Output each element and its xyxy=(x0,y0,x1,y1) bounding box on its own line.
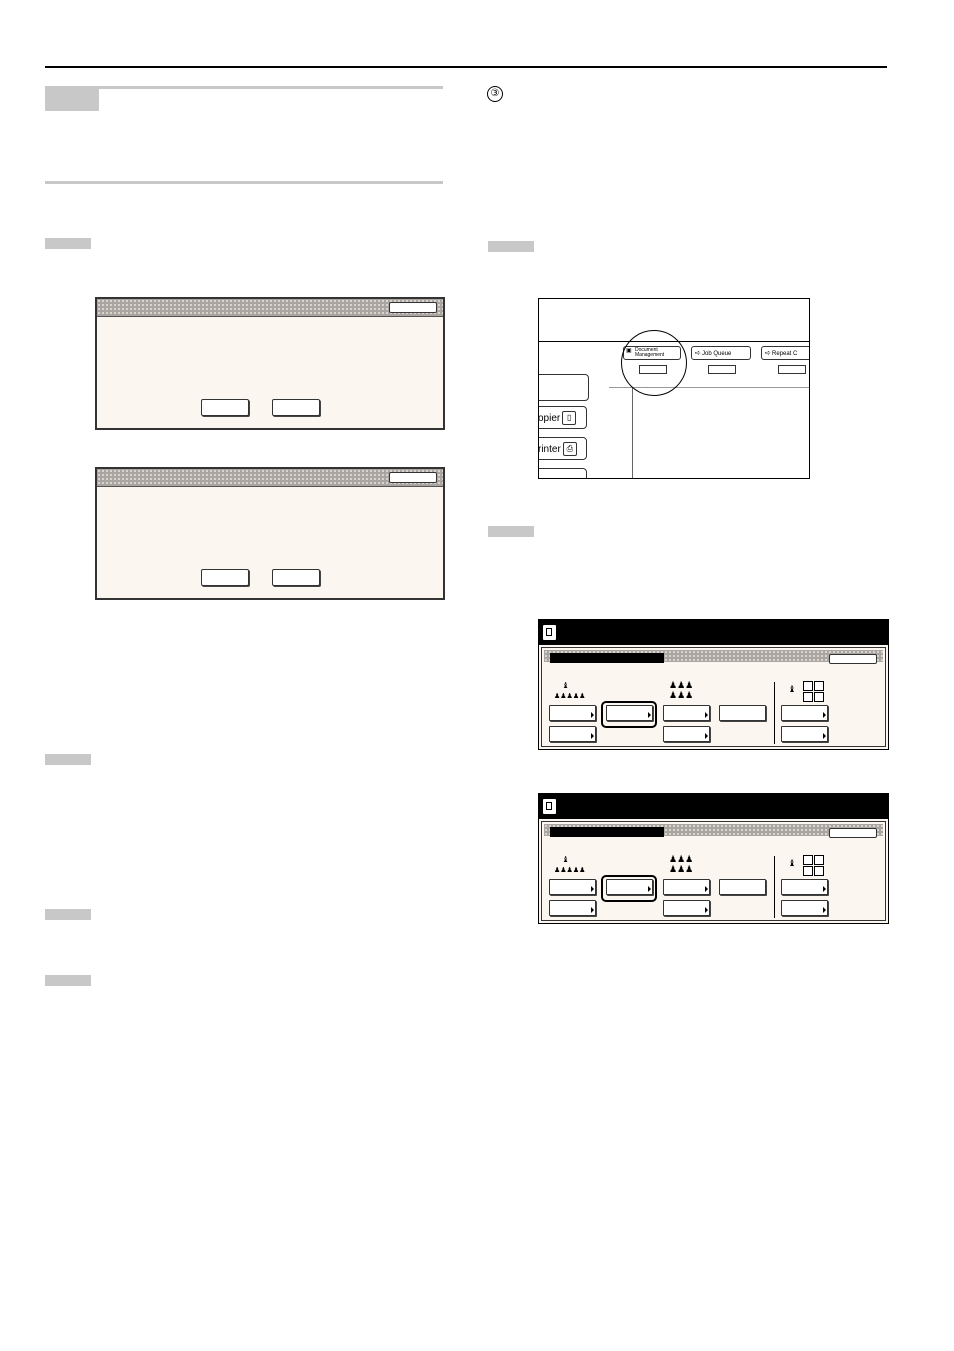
screen-frame: ♝ ♟♟♟♟♟ ♟♟♟ ♟♟♟ ♝ xyxy=(541,821,886,921)
mode-key-blank[interactable] xyxy=(539,374,589,401)
form-icon-c xyxy=(803,692,813,702)
header-rule xyxy=(45,66,887,68)
synergy-print-box-button-3[interactable] xyxy=(719,879,766,895)
document-management-screen-2: ♝ ♟♟♟♟♟ ♟♟♟ ♟♟♟ ♝ xyxy=(538,793,889,924)
screen-title-label xyxy=(550,653,664,663)
copier-mode-key[interactable]: opier ▯ xyxy=(538,406,587,429)
form-icon-d xyxy=(814,692,824,702)
dialog-no-button[interactable] xyxy=(272,569,320,586)
copier-mode-icon xyxy=(543,799,556,814)
note-top-border xyxy=(45,86,443,89)
synergy-print-box-icon: ♟♟♟ xyxy=(669,854,694,864)
screen-close-button[interactable] xyxy=(829,828,877,838)
synergy-print-box-icon-2: ♟♟♟ xyxy=(669,690,694,700)
form-box-button-2[interactable] xyxy=(781,900,828,916)
shared-data-box-button[interactable] xyxy=(549,879,596,895)
form-icon-b xyxy=(814,855,824,865)
job-queue-key[interactable]: ➪ Job Queue xyxy=(691,346,751,374)
screen-header xyxy=(539,620,888,645)
printer-mode-key[interactable]: rinter ⎙ xyxy=(538,437,587,460)
step-tab-6 xyxy=(488,526,534,537)
confirm-dialog-2 xyxy=(95,467,445,600)
repeat-copy-led xyxy=(778,365,806,374)
dialog-no-button[interactable] xyxy=(272,399,320,416)
group-separator xyxy=(774,682,775,744)
screen-titlebar xyxy=(544,650,883,664)
step-tab-5 xyxy=(488,241,534,252)
users-icon: ♟♟♟♟♟ xyxy=(554,867,586,874)
selected-button[interactable] xyxy=(606,705,653,721)
screen-left-edge xyxy=(632,387,633,478)
selected-button[interactable] xyxy=(606,879,653,895)
screen-frame: ♝ ♟♟♟♟♟ ♟♟♟ ♟♟♟ ♝ xyxy=(541,647,886,747)
users-icon: ♟♟♟♟♟ xyxy=(554,693,586,700)
job-queue-key-label: Job Queue xyxy=(702,351,732,357)
confirm-dialog-1 xyxy=(95,297,445,430)
synergy-print-box-icon-2: ♟♟♟ xyxy=(669,864,694,874)
synergy-print-box-button[interactable] xyxy=(663,705,710,721)
synergy-print-box-button-3[interactable] xyxy=(719,705,766,721)
step-tab-1 xyxy=(45,238,91,249)
dialog-close-button[interactable] xyxy=(389,302,437,313)
step-tab-2 xyxy=(45,754,91,765)
copier-mode-icon xyxy=(543,625,556,640)
shared-data-box-button-2[interactable] xyxy=(549,726,596,742)
shared-data-box-icon: ♝ xyxy=(562,681,570,690)
form-icon-a xyxy=(803,855,813,865)
form-icon-d xyxy=(814,866,824,876)
dialog-titlebar xyxy=(97,469,443,487)
copier-mode-label: opier xyxy=(538,413,561,424)
operation-panel-illustration: ▣ Document Management ➪ Job Queue ➪ Repe… xyxy=(538,298,810,479)
arrow-icon: ➪ xyxy=(695,350,701,357)
note-label-tab xyxy=(45,89,99,111)
printer-icon: ⎙ xyxy=(562,442,577,457)
screen-close-button[interactable] xyxy=(829,654,877,664)
form-icon-a xyxy=(803,681,813,691)
synergy-print-box-button[interactable] xyxy=(663,879,710,895)
form-icon-b xyxy=(814,681,824,691)
form-box-button-2[interactable] xyxy=(781,726,828,742)
dialog-titlebar xyxy=(97,299,443,317)
document-management-screen-1: ♝ ♟♟♟♟♟ ♟♟♟ ♟♟♟ ♝ xyxy=(538,619,889,750)
shared-data-box-icon: ♝ xyxy=(562,855,570,864)
form-box-button[interactable] xyxy=(781,705,828,721)
synergy-print-box-button-2[interactable] xyxy=(663,900,710,916)
screen-title-label xyxy=(550,827,664,837)
form-box-icon: ♝ xyxy=(788,858,797,868)
form-box-icon: ♝ xyxy=(788,684,797,694)
note-bottom-border xyxy=(45,181,443,184)
dialog-close-button[interactable] xyxy=(389,472,437,483)
arrow-icon: ➪ xyxy=(765,350,771,357)
shared-data-box-button-2[interactable] xyxy=(549,900,596,916)
form-box-button[interactable] xyxy=(781,879,828,895)
job-queue-led xyxy=(708,365,736,374)
shared-data-box-button[interactable] xyxy=(549,705,596,721)
screen-header xyxy=(539,794,888,819)
copier-icon: ▯ xyxy=(562,411,577,426)
scanner-mode-key[interactable] xyxy=(539,468,587,478)
dialog-yes-button[interactable] xyxy=(201,399,249,416)
repeat-copy-key-label: Repeat C xyxy=(772,351,798,357)
highlight-circle xyxy=(621,330,687,396)
printer-mode-label: rinter xyxy=(538,444,561,455)
synergy-print-box-icon: ♟♟♟ xyxy=(669,680,694,690)
step-tab-4 xyxy=(45,975,91,986)
form-icon-c xyxy=(803,866,813,876)
screen-titlebar xyxy=(544,824,883,838)
group-separator xyxy=(774,856,775,918)
dialog-yes-button[interactable] xyxy=(201,569,249,586)
circled-step-number: ③ xyxy=(487,86,503,102)
step-tab-3 xyxy=(45,909,91,920)
repeat-copy-key[interactable]: ➪ Repeat C xyxy=(761,346,809,374)
synergy-print-box-button-2[interactable] xyxy=(663,726,710,742)
